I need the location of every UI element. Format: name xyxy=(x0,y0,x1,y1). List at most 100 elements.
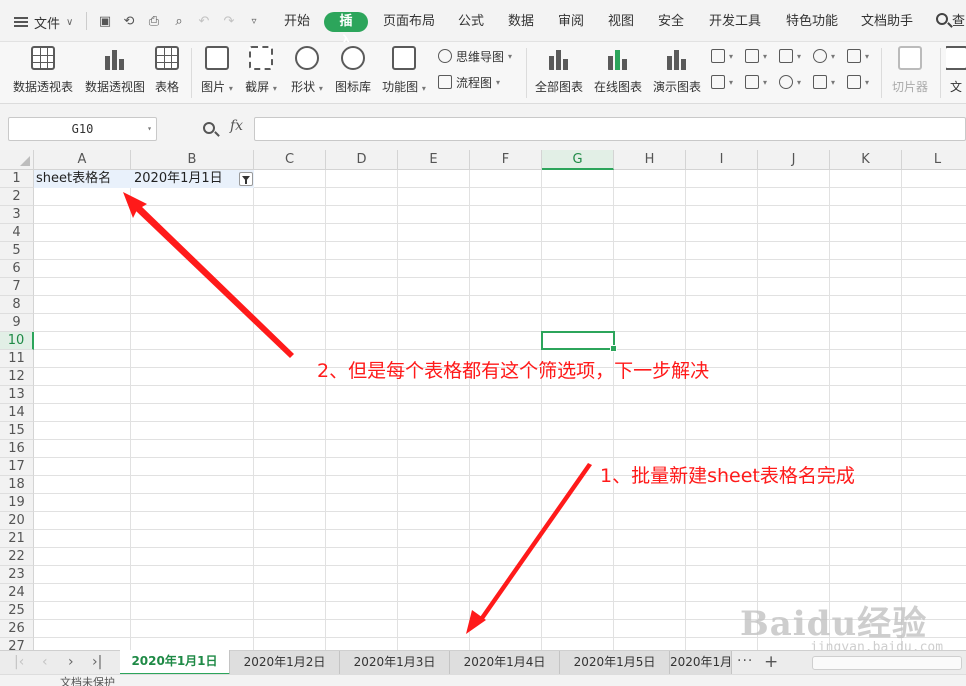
tab-features[interactable]: 特色功能 xyxy=(786,12,838,32)
row-header-19[interactable]: 19 xyxy=(0,494,34,512)
print-icon[interactable]: ⎙ xyxy=(145,12,163,30)
formula-input[interactable] xyxy=(254,117,966,141)
online-charts-button[interactable]: 在线图表 xyxy=(593,46,643,95)
flow-chart-button[interactable]: 流程图 ▾ xyxy=(438,73,500,91)
last-sheet-icon[interactable]: ›| xyxy=(92,654,102,670)
active-cell-g10[interactable] xyxy=(541,331,617,352)
bar-chart-button[interactable]: ▾ xyxy=(745,47,767,65)
row-header-1[interactable]: 1 xyxy=(0,170,34,188)
function-icon[interactable]: fx xyxy=(230,118,243,134)
print-preview-icon[interactable]: ⌕ xyxy=(170,12,188,30)
share-icon[interactable]: ⟲ xyxy=(120,12,138,30)
row-header-16[interactable]: 16 xyxy=(0,440,34,458)
row-header-15[interactable]: 15 xyxy=(0,422,34,440)
row-header-5[interactable]: 5 xyxy=(0,242,34,260)
row-header-17[interactable]: 17 xyxy=(0,458,34,476)
column-header-d[interactable]: D xyxy=(326,150,398,170)
row-header-2[interactable]: 2 xyxy=(0,188,34,206)
sheet-tab-6[interactable]: 2020年1月 xyxy=(670,651,732,675)
row-header-11[interactable]: 11 xyxy=(0,350,34,368)
cell-area[interactable] xyxy=(34,170,966,650)
row-header-3[interactable]: 3 xyxy=(0,206,34,224)
row-header-20[interactable]: 20 xyxy=(0,512,34,530)
horizontal-scrollbar[interactable] xyxy=(812,656,962,670)
add-sheet-icon[interactable]: + xyxy=(764,652,778,672)
search-icon[interactable] xyxy=(936,13,948,25)
row-header-23[interactable]: 23 xyxy=(0,566,34,584)
spreadsheet-grid[interactable]: ABCDEFGHIJKL 1 2 3 4 5 6 7 8 9 10 11 12 13 14 15 16 17 18… xyxy=(0,150,966,650)
row-header-26[interactable]: 26 xyxy=(0,620,34,638)
slicer-button[interactable]: 切片器 xyxy=(889,46,931,95)
row-header-25[interactable]: 25 xyxy=(0,602,34,620)
first-sheet-icon[interactable]: |‹ xyxy=(14,654,24,670)
column-chart-button[interactable]: ▾ xyxy=(711,47,733,65)
column-header-a[interactable]: A xyxy=(34,150,131,170)
column-header-j[interactable]: J xyxy=(758,150,830,170)
row-header-6[interactable]: 6 xyxy=(0,260,34,278)
line-chart-button[interactable]: ▾ xyxy=(779,47,801,65)
name-box[interactable]: G10 ▾ xyxy=(8,117,157,141)
column-header-k[interactable]: K xyxy=(830,150,902,170)
row-header-22[interactable]: 22 xyxy=(0,548,34,566)
tab-developer[interactable]: 开发工具 xyxy=(709,12,761,32)
column-header-i[interactable]: I xyxy=(686,150,758,170)
column-header-c[interactable]: C xyxy=(254,150,326,170)
filter-dropdown-icon[interactable] xyxy=(239,172,253,186)
screenshot-button[interactable]: 截屏 ▾ xyxy=(244,46,278,95)
tab-page-layout[interactable]: 页面布局 xyxy=(383,12,435,32)
search-label[interactable]: 查 xyxy=(952,12,965,32)
row-header-8[interactable]: 8 xyxy=(0,296,34,314)
customize-quick-access-icon[interactable]: ▿ xyxy=(245,12,263,30)
tab-doc-assistant[interactable]: 文档助手 xyxy=(861,12,913,32)
pivot-table-button[interactable]: 数据透视表 xyxy=(12,46,74,95)
row-header-14[interactable]: 14 xyxy=(0,404,34,422)
file-menu[interactable]: 文件 ∨ xyxy=(14,12,73,32)
demo-charts-button[interactable]: 演示图表 xyxy=(652,46,702,95)
prev-sheet-icon[interactable]: ‹ xyxy=(42,654,48,670)
scatter-chart-button[interactable]: ▾ xyxy=(813,73,835,91)
row-header-27[interactable]: 27 xyxy=(0,638,34,650)
row-header-7[interactable]: 7 xyxy=(0,278,34,296)
icon-library-button[interactable]: 图标库 xyxy=(335,46,371,95)
stock-chart-button[interactable]: ▾ xyxy=(745,73,767,91)
combo-chart-button[interactable]: ▾ xyxy=(711,73,733,91)
row-header-9[interactable]: 9 xyxy=(0,314,34,332)
more-charts-button[interactable]: ▾ xyxy=(847,73,869,91)
more-sheets-icon[interactable]: ··· xyxy=(737,653,753,669)
zoom-icon[interactable] xyxy=(203,122,215,134)
pivot-chart-button[interactable]: 数据透视图 xyxy=(84,46,146,95)
sheet-tab-4[interactable]: 2020年1月4日 xyxy=(450,651,560,675)
table-button[interactable]: 表格 xyxy=(153,46,181,95)
row-header-13[interactable]: 13 xyxy=(0,386,34,404)
tab-formulas[interactable]: 公式 xyxy=(457,12,485,32)
sheet-tab-1[interactable]: 2020年1月1日 xyxy=(120,650,230,675)
all-charts-button[interactable]: 全部图表 xyxy=(534,46,584,95)
row-header-12[interactable]: 12 xyxy=(0,368,34,386)
save-icon[interactable]: ▣ xyxy=(96,12,114,30)
column-header-g[interactable]: G xyxy=(542,150,614,170)
tab-security[interactable]: 安全 xyxy=(657,12,685,32)
row-header-4[interactable]: 4 xyxy=(0,224,34,242)
column-header-l[interactable]: L xyxy=(902,150,966,170)
picture-button[interactable]: 图片 ▾ xyxy=(200,46,234,95)
sheet-tab-3[interactable]: 2020年1月3日 xyxy=(340,651,450,675)
function-chart-button[interactable]: 功能图 ▾ xyxy=(381,46,427,95)
select-all-corner[interactable] xyxy=(0,150,34,170)
tab-view[interactable]: 视图 xyxy=(607,12,635,32)
shape-button[interactable]: 形状 ▾ xyxy=(290,46,324,95)
row-header-21[interactable]: 21 xyxy=(0,530,34,548)
redo-icon[interactable]: ↷ xyxy=(220,12,238,30)
tab-review[interactable]: 审阅 xyxy=(557,12,585,32)
text-button[interactable]: 文 xyxy=(946,46,966,95)
row-header-10[interactable]: 10 xyxy=(0,332,34,350)
pie-chart-button[interactable]: ▾ xyxy=(779,73,801,91)
row-header-18[interactable]: 18 xyxy=(0,476,34,494)
column-header-f[interactable]: F xyxy=(470,150,542,170)
row-header-24[interactable]: 24 xyxy=(0,584,34,602)
column-header-e[interactable]: E xyxy=(398,150,470,170)
area-chart-button[interactable]: ▾ xyxy=(847,47,869,65)
column-header-b[interactable]: B xyxy=(131,150,254,170)
tab-home[interactable]: 开始 xyxy=(283,12,311,32)
radar-chart-button[interactable]: ▾ xyxy=(813,47,835,65)
tab-data[interactable]: 数据 xyxy=(507,12,535,32)
